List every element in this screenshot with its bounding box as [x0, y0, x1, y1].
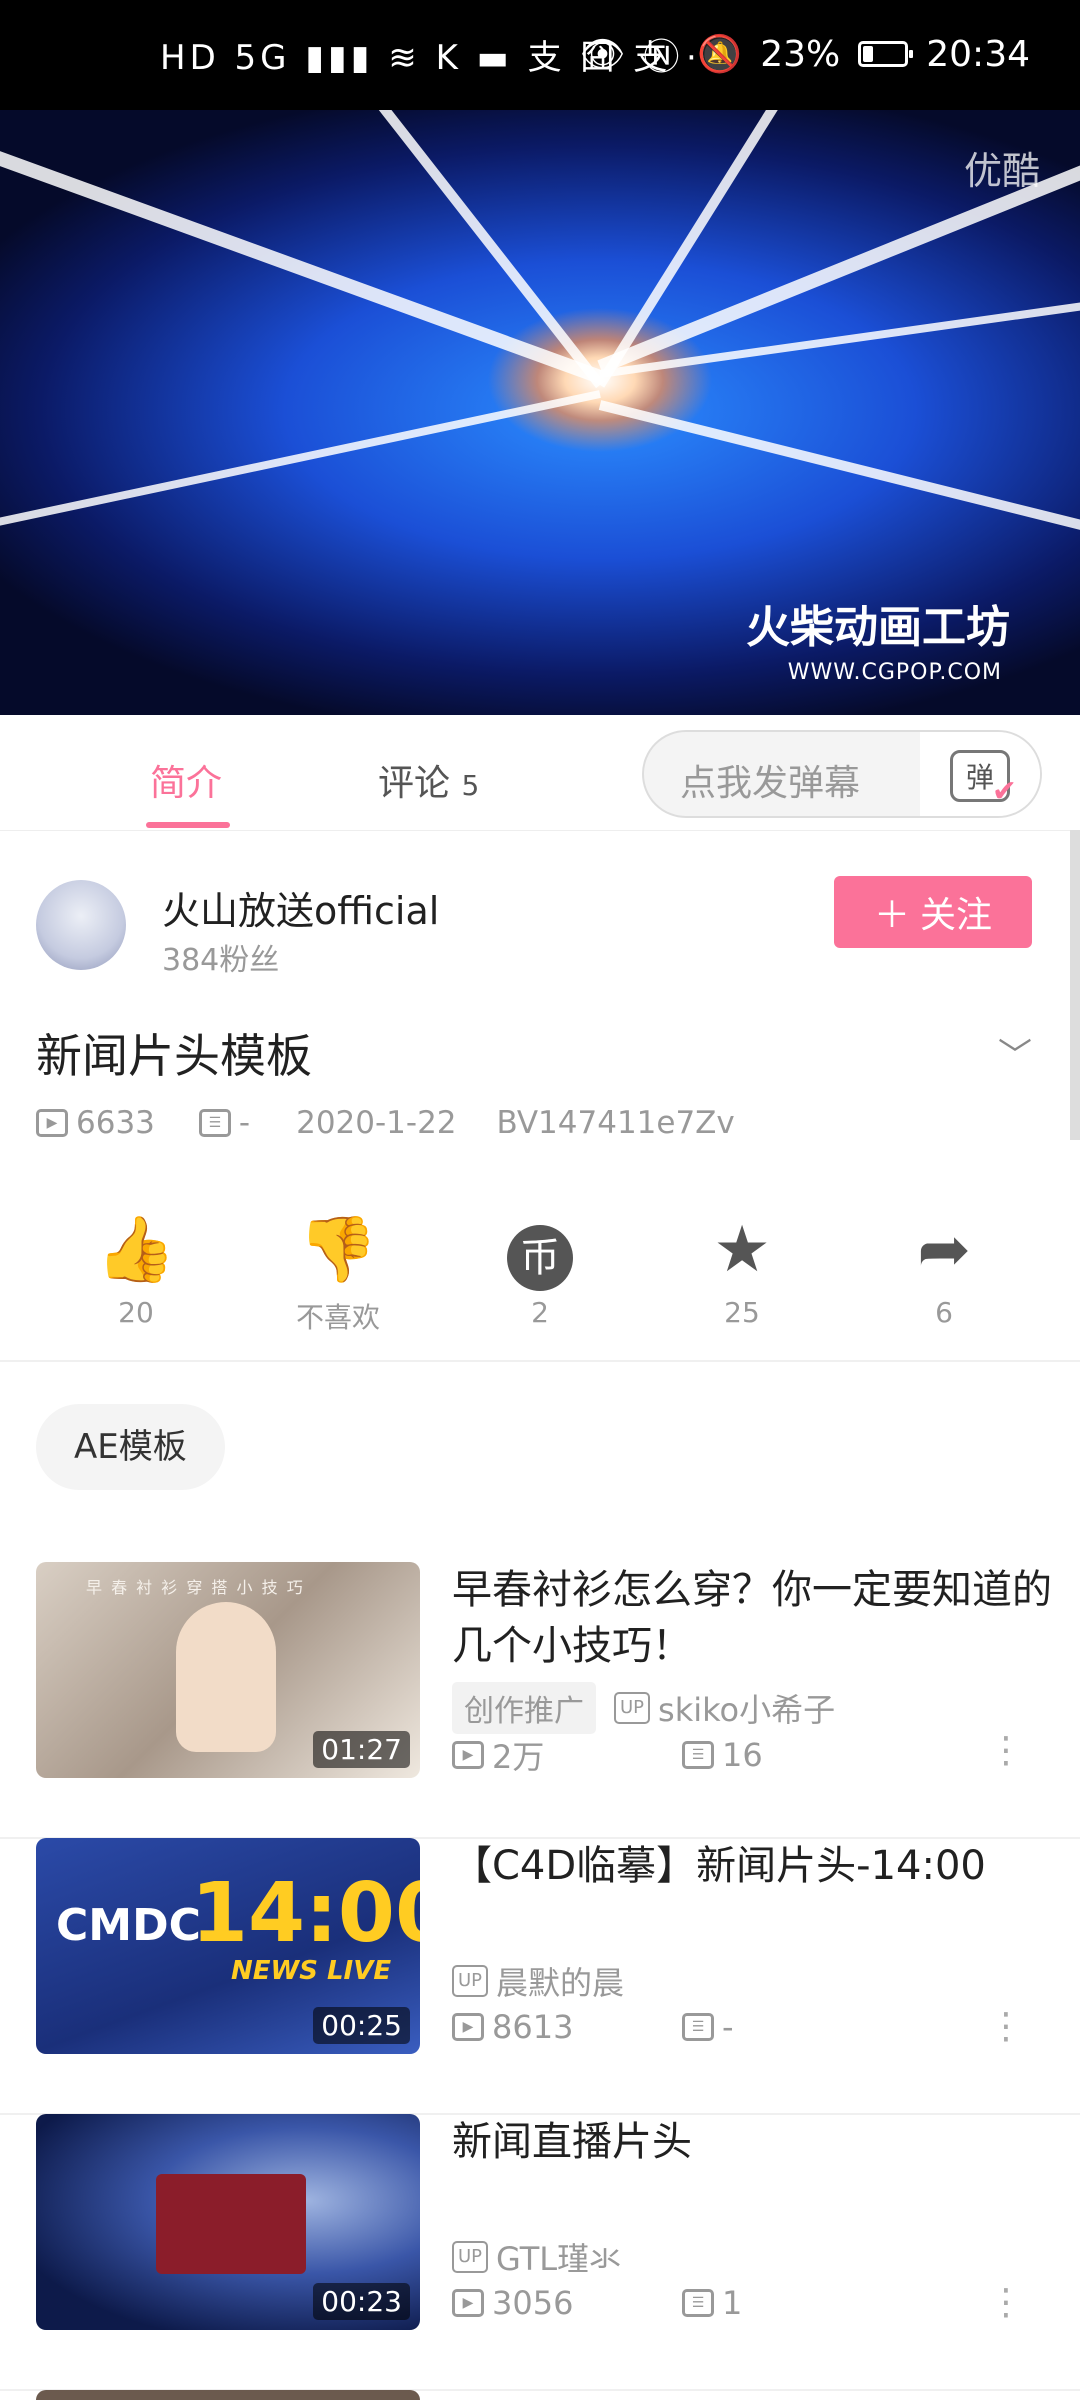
- thumbnail: 00:23: [36, 2114, 420, 2330]
- like-count: 20: [118, 1296, 154, 1329]
- thumbnail: CMDC 14:00 NEWS LIVE 00:25: [36, 1838, 420, 2054]
- thumbnail-logo: CMDC: [56, 1900, 201, 1951]
- author-fans: 384粉丝: [162, 943, 280, 978]
- rec-views: 8613: [492, 2008, 574, 2046]
- author-name[interactable]: 火山放送official: [162, 880, 439, 935]
- more-icon[interactable]: ⋮: [988, 1730, 1024, 1771]
- list-item[interactable]: 00:23 新闻直播片头 UP GTL瑾氺 ▶ 3056 ☰ 1 ⋮: [0, 2114, 1080, 2391]
- mute-icon: 🔕: [697, 34, 743, 75]
- watermark-brand: 火柴动画工坊: [746, 602, 1010, 653]
- thumbnail-caption: 早 春 衬 衫 穿 搭 小 技 巧: [86, 1578, 305, 1597]
- eye-icon: 👁: [579, 34, 626, 75]
- rec-title: 早春衬衫怎么穿？你一定要知道的几个小技巧！: [452, 1567, 1052, 1669]
- author-row: 火山放送official 384粉丝 ＋ 关注: [0, 870, 1080, 990]
- watermark-url: WWW.CGPOP.COM: [787, 660, 1002, 685]
- duration: 01:27: [313, 1731, 410, 1768]
- thumbnail: 早 春 衬 衫 穿 搭 小 技 巧 01:27: [36, 1562, 420, 1778]
- rec-views: 2万: [492, 1738, 545, 1776]
- more-icon[interactable]: ⋮: [988, 2282, 1024, 2323]
- up-icon: UP: [614, 1692, 651, 1724]
- up-icon: UP: [452, 2241, 489, 2273]
- clock: 20:34: [926, 33, 1030, 75]
- danmaku-count: -: [238, 1105, 251, 1141]
- uploader: 晨默的晨: [496, 1964, 625, 2002]
- list-item[interactable]: 早 春 衬 衫 穿 搭 小 技 巧 01:27 早春衬衫怎么穿？你一定要知道的几…: [0, 1562, 1080, 1839]
- action-bar: 👍 20 👎 不喜欢 币 2 ★ 25 ➦ 6: [0, 1200, 1080, 1362]
- danmaku-icon: 弹 ✔: [950, 750, 1017, 807]
- thumbnail-sub: NEWS LIVE: [231, 1956, 392, 1986]
- like-button[interactable]: 👍 20: [36, 1210, 236, 1329]
- avatar[interactable]: [36, 880, 126, 970]
- rec-danmaku: -: [722, 2008, 734, 2046]
- tab-intro[interactable]: 简介: [150, 754, 222, 806]
- danmaku-toggle-button[interactable]: 弹 ✔: [920, 732, 1040, 816]
- tab-comments[interactable]: 评论 5: [378, 754, 479, 806]
- duration: 00:25: [313, 2007, 410, 2044]
- coin-count: 2: [531, 1296, 549, 1329]
- tab-indicator: [146, 822, 230, 828]
- danmaku-input[interactable]: 点我发弹幕 弹 ✔: [642, 730, 1042, 818]
- nfc-icon: Ⓝ: [643, 37, 680, 78]
- danmaku-count-icon: ☰: [682, 2013, 714, 2041]
- list-item[interactable]: CMDC 14:00 NEWS LIVE 00:25 【C4D临摹】新闻片头-1…: [0, 1838, 1080, 2115]
- battery-percent: 23%: [760, 33, 841, 75]
- watermark-youku: 优酷: [963, 149, 1040, 193]
- rec-title: 【C4D临摹】新闻片头-14:00: [452, 1843, 986, 1889]
- play-count-icon: ▶: [36, 1109, 68, 1137]
- coin-icon: 币: [507, 1225, 573, 1291]
- star-icon: ★: [713, 1213, 771, 1287]
- uploader: GTL瑾氺: [496, 2240, 622, 2278]
- dislike-label: 不喜欢: [295, 1301, 380, 1334]
- battery-icon: [858, 41, 914, 67]
- thumbnail: [36, 2390, 420, 2400]
- bvid: BV147411e7Zv: [496, 1105, 735, 1141]
- more-icon[interactable]: ⋮: [988, 2006, 1024, 2047]
- rec-danmaku: 1: [722, 2284, 743, 2322]
- video-meta: ▶ 6633 ☰ - 2020-1-22 BV147411e7Zv: [36, 1105, 735, 1141]
- favorite-count: 25: [724, 1296, 760, 1329]
- danmaku-count-icon: ☰: [682, 2289, 714, 2317]
- video-title: 新闻片头模板: [36, 1029, 312, 1083]
- rec-danmaku: 16: [722, 1736, 763, 1774]
- status-bar: HD 5G ▮▮▮ ≋ K ▬ 支 囧 支 ··· 👁 Ⓝ 🔕 23% 20:3…: [0, 0, 1080, 110]
- uploader: skiko小希子: [658, 1691, 836, 1729]
- play-count-icon: ▶: [452, 1741, 484, 1769]
- favorite-button[interactable]: ★ 25: [642, 1210, 842, 1329]
- danmaku-count-icon: ☰: [682, 1741, 714, 1769]
- tab-comments-label: 评论: [378, 763, 451, 804]
- share-icon: ➦: [917, 1213, 971, 1287]
- follow-label: 关注: [920, 895, 993, 936]
- coin-button[interactable]: 币 2: [440, 1210, 640, 1329]
- up-icon: UP: [452, 1965, 489, 1997]
- share-button[interactable]: ➦ 6: [844, 1210, 1044, 1329]
- rec-title: 新闻直播片头: [452, 2119, 692, 2165]
- duration: 00:23: [313, 2283, 410, 2320]
- rec-views: 3056: [492, 2284, 574, 2322]
- video-player[interactable]: 优酷 火柴动画工坊 WWW.CGPOP.COM: [0, 110, 1080, 715]
- play-count-icon: ▶: [452, 2289, 484, 2317]
- plus-icon: ＋: [873, 895, 910, 936]
- scrollbar[interactable]: [1070, 830, 1080, 1140]
- publish-date: 2020-1-22: [296, 1105, 457, 1141]
- thumbs-down-icon: 👎: [298, 1213, 378, 1287]
- play-count-icon: ▶: [452, 2013, 484, 2041]
- thumbnail-time: 14:00: [191, 1866, 420, 1961]
- chevron-down-icon[interactable]: ﹀: [998, 1028, 1032, 1077]
- view-count: 6633: [76, 1105, 155, 1141]
- thumbs-up-icon: 👍: [96, 1213, 176, 1287]
- dislike-button[interactable]: 👎 不喜欢: [238, 1210, 438, 1336]
- danmaku-placeholder: 点我发弹幕: [680, 763, 861, 804]
- promo-badge: 创作推广: [452, 1682, 596, 1734]
- danmaku-count-icon: ☰: [198, 1109, 231, 1137]
- tag-chip[interactable]: AE模板: [36, 1404, 225, 1490]
- share-count: 6: [935, 1296, 953, 1329]
- follow-button[interactable]: ＋ 关注: [834, 876, 1032, 948]
- tab-comments-count: 5: [461, 769, 480, 802]
